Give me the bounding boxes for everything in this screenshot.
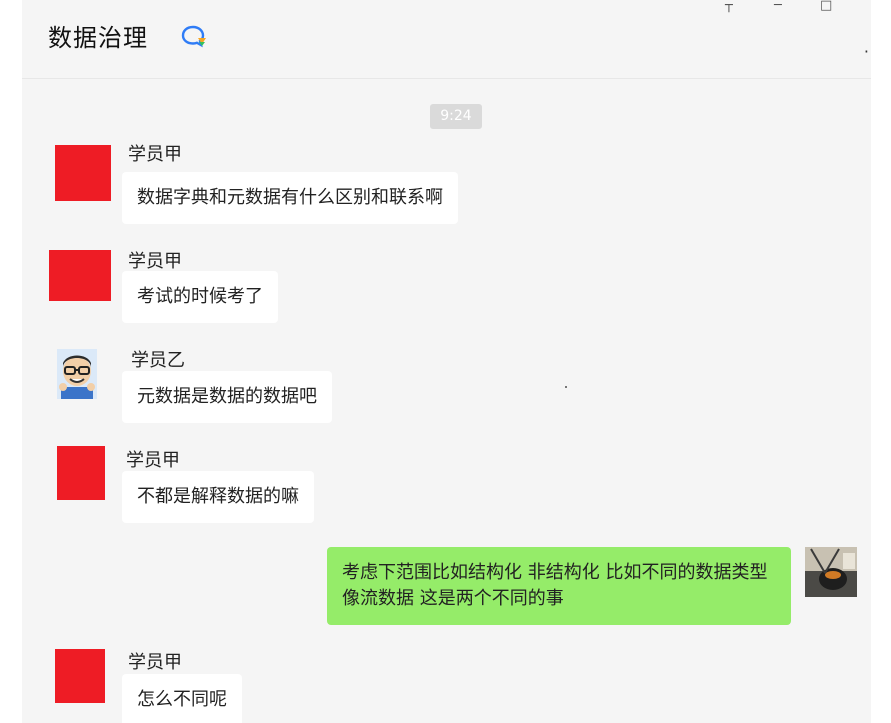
more-options-icon[interactable]: · (864, 42, 869, 61)
avatar[interactable] (55, 145, 111, 201)
avatar[interactable] (55, 649, 105, 703)
message-bubble[interactable]: 元数据是数据的数据吧 (122, 371, 332, 423)
pin-icon[interactable]: ┬ (725, 0, 733, 12)
sender-name: 学员甲 (128, 144, 182, 165)
message-bubble[interactable]: 数据字典和元数据有什么区别和联系啊 (122, 172, 458, 224)
time-stamp: 9:24 (430, 104, 482, 129)
minimize-icon[interactable]: ─ (774, 0, 782, 12)
chat-title: 数据治理 (48, 24, 148, 52)
sender-name: 学员甲 (126, 450, 180, 471)
stray-dot (565, 386, 567, 388)
sender-name: 学员甲 (128, 652, 182, 673)
message-bubble[interactable]: 考试的时候考了 (122, 271, 278, 323)
cartoon-face-avatar[interactable] (57, 349, 97, 399)
maximize-icon[interactable]: □ (820, 0, 832, 12)
photo-avatar[interactable] (805, 547, 857, 597)
chat-bubble-icon[interactable] (180, 24, 210, 50)
avatar[interactable] (49, 250, 111, 301)
sender-name: 学员甲 (128, 251, 182, 272)
chat-window: 数据治理 ┬ ─ □ · 9:24 学员甲 数据字典和元数据有什么区别和联系啊 … (22, 0, 871, 723)
self-message-bubble[interactable]: 考虑下范围比如结构化 非结构化 比如不同的数据类型 像流数据 这是两个不同的事 (327, 547, 791, 625)
chat-header: 数据治理 ┬ ─ □ · (22, 0, 871, 79)
sender-name: 学员乙 (131, 350, 185, 371)
avatar[interactable] (57, 446, 105, 500)
message-bubble[interactable]: 怎么不同呢 (122, 674, 242, 723)
message-bubble[interactable]: 不都是解释数据的嘛 (122, 471, 314, 523)
